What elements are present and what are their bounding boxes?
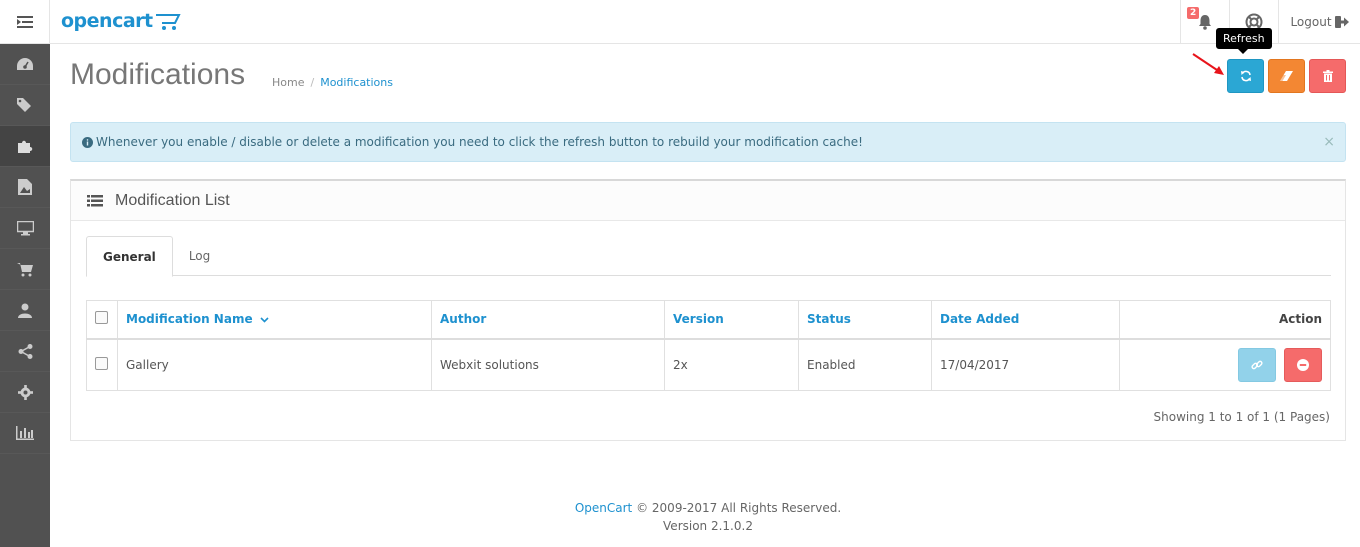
logout-button[interactable]: Logout [1278,0,1360,44]
cell-date: 17/04/2017 [931,338,1120,391]
row-actions [1128,347,1322,382]
main-content: Modifications Home / Modifications Refre… [50,28,1360,547]
dashboard-icon [17,57,33,70]
row-select-cell [86,338,118,391]
cell-version: 2x [664,338,799,391]
column-header-author[interactable]: Author [431,300,665,340]
cell-name: Gallery [117,338,432,391]
panel-title: Modification List [115,191,230,209]
info-circle-icon [82,136,93,148]
row-checkbox[interactable] [95,356,108,370]
notification-badge: 2 [1187,7,1200,19]
red-arrow-annotation [1192,53,1224,75]
column-header-action: Action [1119,300,1331,340]
sidebar-item-catalog[interactable] [0,85,50,126]
opencart-logo[interactable]: opencart [61,7,181,35]
cell-actions [1119,338,1331,391]
select-all-cell [86,300,118,340]
author-link-button[interactable] [1238,347,1276,382]
sidebar-item-marketing[interactable] [0,331,50,372]
gear-icon [17,384,33,400]
panel-heading: Modification List [71,181,1345,221]
cell-status: Enabled [798,338,932,391]
refresh-button[interactable] [1227,59,1264,93]
modification-table: Modification Name Author Version Status … [86,300,1331,391]
breadcrumb-modifications[interactable]: Modifications [320,76,393,89]
sidebar-item-reports[interactable] [0,413,50,454]
sort-caret-icon [260,317,269,323]
footer-copyright-line: OpenCart © 2009-2017 All Rights Reserved… [50,499,1360,517]
puzzle-icon [18,140,33,153]
column-header-name-label: Modification Name [126,312,253,327]
sidebar-item-extensions[interactable] [0,126,50,167]
page-actions [1227,59,1346,93]
copyright-text: © 2009-2017 All Rights Reserved. [636,501,842,515]
table-header-row: Modification Name Author Version Status … [86,300,1331,340]
column-header-status[interactable]: Status [798,300,932,340]
footer-version: Version 2.1.0.2 [663,519,753,533]
menu-toggle-button[interactable] [0,0,50,44]
sidebar-item-customers[interactable] [0,290,50,331]
select-all-checkbox[interactable] [95,311,108,325]
alert-close-button[interactable]: × [1323,134,1335,150]
desktop-icon [16,220,34,235]
image-icon [18,179,32,195]
cart-logo-icon [155,14,181,30]
pagination-summary: Showing 1 to 1 of 1 (1 Pages) [1153,410,1330,424]
info-alert: Whenever you enable / disable or delete … [70,122,1346,162]
menu-toggle-icon [16,16,33,28]
sidebar-item-design[interactable] [0,167,50,208]
bell-icon [1199,15,1211,30]
cart-icon [17,262,33,276]
tab-log[interactable]: Log [173,236,226,276]
cell-author: Webxit solutions [431,338,665,391]
sign-out-icon [1334,16,1349,28]
user-icon [18,303,32,318]
refresh-icon [1240,70,1251,82]
list-icon [87,194,103,206]
opencart-link[interactable]: OpenCart [575,501,632,515]
tab-bar: General Log [86,236,1331,277]
top-header: opencart 2 Logout [0,0,1360,44]
minus-circle-icon [1297,358,1309,371]
breadcrumb-home[interactable]: Home [272,76,304,89]
breadcrumb-separator: / [310,76,315,89]
sidebar-item-system[interactable] [0,372,50,413]
clear-button[interactable] [1268,59,1305,93]
sidebar-item-dashboard[interactable] [0,44,50,85]
footer: OpenCart © 2009-2017 All Rights Reserved… [50,499,1360,535]
tags-icon [17,98,31,112]
delete-button[interactable] [1309,59,1346,93]
table-row: Gallery Webxit solutions 2x Enabled 17/0… [86,338,1331,391]
logout-label: Logout [1290,15,1332,29]
share-icon [18,343,32,359]
eraser-icon [1280,70,1293,81]
sidebar-item-sales[interactable] [0,249,50,290]
bar-chart-icon [16,426,34,440]
refresh-tooltip: Refresh [1216,28,1272,54]
alert-text: Whenever you enable / disable or delete … [96,135,863,149]
tab-general[interactable]: General [86,236,173,277]
disable-button[interactable] [1284,347,1322,382]
modification-list-panel: Modification List General Log Modificati… [70,179,1346,441]
column-header-date-added[interactable]: Date Added [931,300,1120,340]
page-title: Modifications [70,58,246,91]
column-header-version[interactable]: Version [664,300,799,340]
trash-icon [1322,70,1333,82]
column-header-name[interactable]: Modification Name [117,300,432,340]
breadcrumb: Home / Modifications [272,76,393,89]
sidebar [0,44,50,547]
link-icon [1251,360,1263,370]
sidebar-item-system-display[interactable] [0,208,50,249]
